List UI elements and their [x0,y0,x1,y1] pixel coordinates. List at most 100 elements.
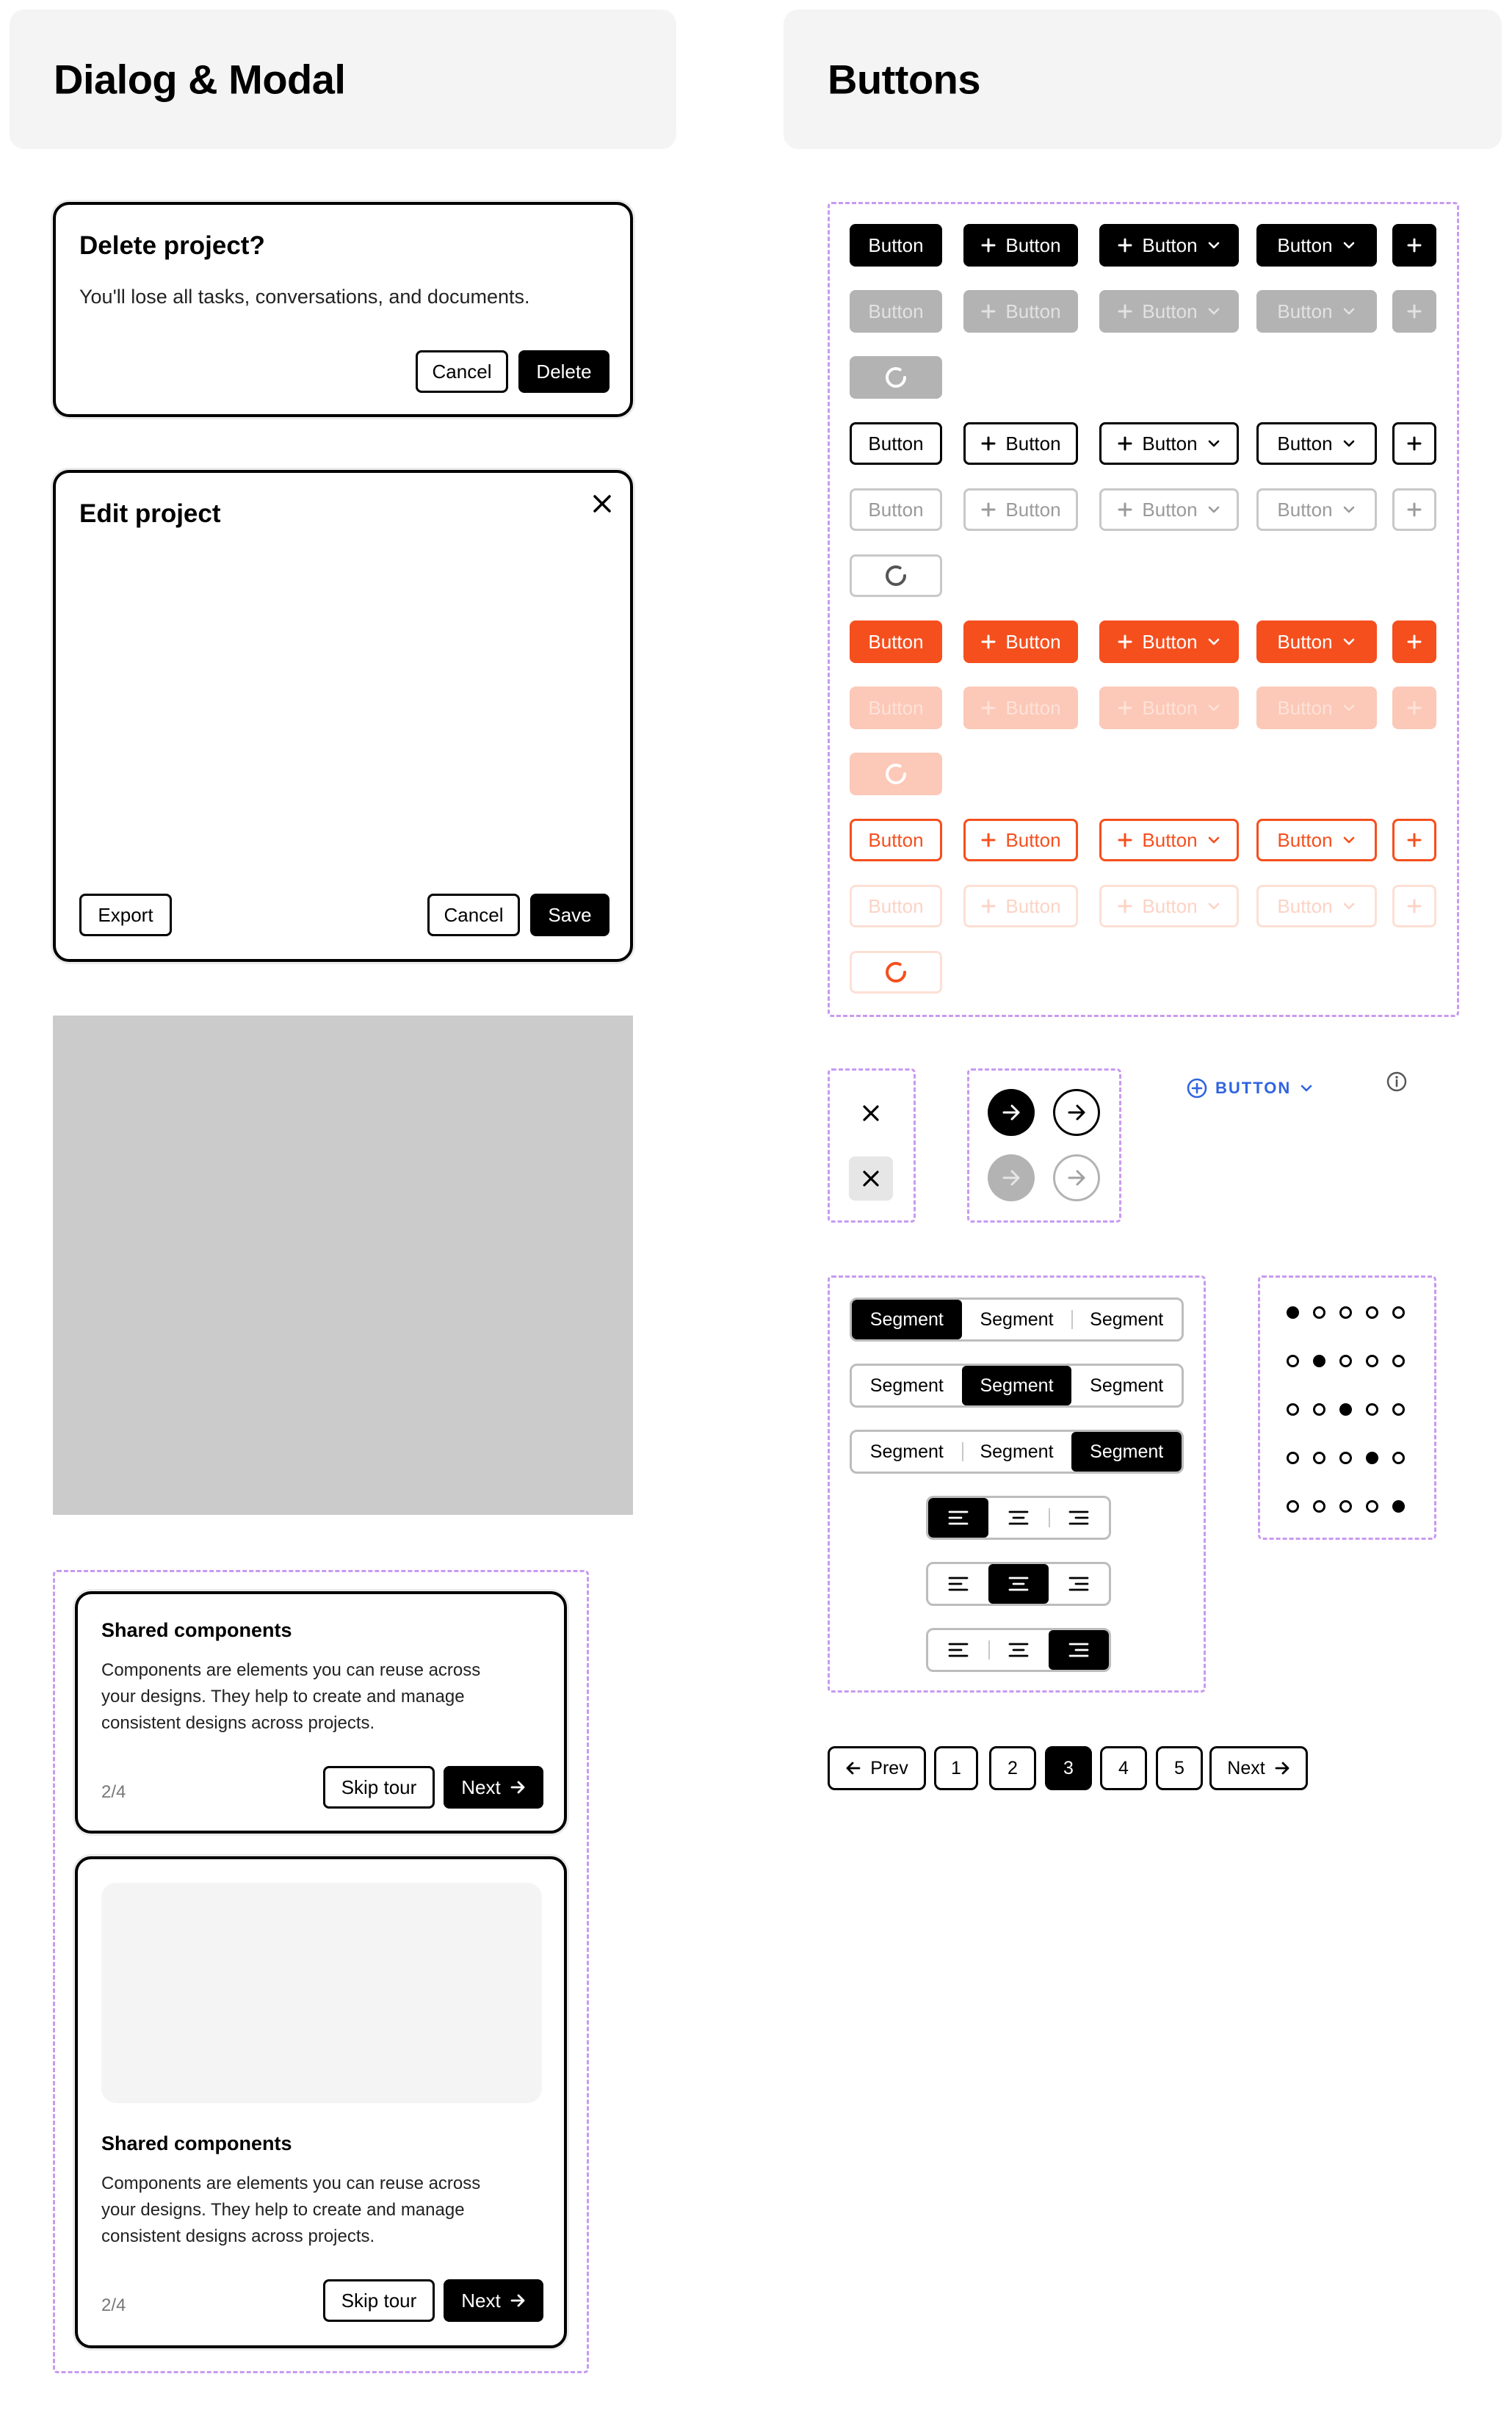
page-4-button[interactable]: 4 [1100,1746,1147,1790]
add-button-o-outline-disabled[interactable]: Button [963,885,1078,927]
icon-button-outline[interactable] [1392,422,1436,465]
button-dark-disabled[interactable]: Button [850,290,942,333]
loading-button-o-outline[interactable] [850,951,942,994]
step-dot[interactable] [1366,1355,1378,1367]
step-dot-active[interactable] [1366,1452,1378,1464]
step-dot[interactable] [1287,1403,1299,1416]
step-dot[interactable] [1392,1306,1405,1319]
loading-button-orange[interactable] [850,753,942,795]
step-dot[interactable] [1339,1306,1352,1319]
arrow-button-outline-disabled[interactable] [1053,1154,1100,1201]
next-button[interactable]: Next [444,1766,543,1809]
add-dropdown-button-o-outline-disabled[interactable]: Button [1099,885,1239,927]
dropdown-button-dark[interactable]: Button [1256,224,1377,267]
step-dot[interactable] [1366,1500,1378,1513]
add-button-o-outline[interactable]: Button [963,819,1078,861]
button-orange-disabled[interactable]: Button [850,687,942,729]
step-dot[interactable] [1287,1355,1299,1367]
next-page-button[interactable]: Next [1209,1746,1308,1790]
dropdown-button-dark-disabled[interactable]: Button [1256,290,1377,333]
add-dropdown-button-orange[interactable]: Button [1099,620,1239,663]
segment-option[interactable]: Segment [1071,1300,1182,1339]
align-option[interactable] [988,1564,1049,1604]
skip-tour-button[interactable]: Skip tour [323,1766,435,1809]
icon-button-orange[interactable] [1392,620,1436,663]
add-button-dark[interactable]: Button [963,224,1078,267]
step-dot[interactable] [1339,1355,1352,1367]
info-button[interactable] [1385,1070,1408,1093]
segment-option[interactable]: Segment [961,1366,1072,1405]
arrow-button-dark-disabled[interactable] [988,1154,1035,1201]
add-button-dark-disabled[interactable]: Button [963,290,1078,333]
segment-option[interactable]: Segment [852,1366,962,1405]
icon-button-dark[interactable] [1392,224,1436,267]
step-dot[interactable] [1313,1500,1325,1513]
step-dot[interactable] [1339,1500,1352,1513]
loading-button-outline[interactable] [850,554,942,597]
step-dot-active[interactable] [1313,1355,1325,1367]
segment-option[interactable]: Segment [852,1300,962,1339]
button-orange[interactable]: Button [850,620,942,663]
step-dot[interactable] [1313,1306,1325,1319]
icon-button-o-outline[interactable] [1392,819,1436,861]
add-dropdown-button-outline-disabled[interactable]: Button [1099,488,1239,531]
dropdown-button-orange-disabled[interactable]: Button [1256,687,1377,729]
step-dot-active[interactable] [1339,1403,1352,1416]
save-button[interactable]: Save [530,894,609,936]
step-dot[interactable] [1366,1403,1378,1416]
button-o-outline[interactable]: Button [850,819,942,861]
cancel-button[interactable]: Cancel [416,350,508,393]
icon-button-o-outline-disabled[interactable] [1392,885,1436,927]
step-dot[interactable] [1313,1452,1325,1464]
delete-button[interactable]: Delete [518,350,609,393]
dropdown-button-outline-disabled[interactable]: Button [1256,488,1377,531]
dropdown-button-outline[interactable]: Button [1256,422,1377,465]
icon-button-orange-disabled[interactable] [1392,687,1436,729]
step-dot-active[interactable] [1392,1500,1405,1513]
add-dropdown-button-dark[interactable]: Button [1099,224,1239,267]
add-dropdown-button-outline[interactable]: Button [1099,422,1239,465]
page-2-button[interactable]: 2 [989,1746,1036,1790]
prev-page-button[interactable]: Prev [828,1746,926,1790]
page-5-button[interactable]: 5 [1156,1746,1203,1790]
step-dot[interactable] [1339,1452,1352,1464]
segment-option[interactable]: Segment [852,1432,962,1472]
close-icon[interactable] [590,492,614,515]
loading-button-dark[interactable] [850,356,942,399]
skip-tour-button[interactable]: Skip tour [323,2279,435,2322]
button-o-outline-disabled[interactable]: Button [850,885,942,927]
add-button-outline-disabled[interactable]: Button [963,488,1078,531]
page-3-button[interactable]: 3 [1045,1746,1092,1790]
add-button-outline[interactable]: Button [963,422,1078,465]
icon-button-dark-disabled[interactable] [1392,290,1436,333]
align-option[interactable] [988,1498,1049,1538]
close-button-hover[interactable] [849,1157,893,1201]
dropdown-button-orange[interactable]: Button [1256,620,1377,663]
export-button[interactable]: Export [79,894,172,936]
segment-option[interactable]: Segment [961,1432,1072,1472]
dropdown-button-o-outline-disabled[interactable]: Button [1256,885,1377,927]
step-dot[interactable] [1392,1452,1405,1464]
dropdown-button-o-outline[interactable]: Button [1256,819,1377,861]
segment-option[interactable]: Segment [962,1300,1072,1339]
cancel-button[interactable]: Cancel [427,894,520,936]
align-option[interactable] [928,1630,988,1670]
step-dot-active[interactable] [1287,1306,1299,1319]
add-dropdown-button-orange-disabled[interactable]: Button [1099,687,1239,729]
step-dot[interactable] [1287,1500,1299,1513]
add-dropdown-button-o-outline[interactable]: Button [1099,819,1239,861]
arrow-button-outline[interactable] [1053,1089,1100,1136]
align-option[interactable] [928,1498,988,1538]
align-option[interactable] [928,1564,988,1604]
step-dot[interactable] [1366,1306,1378,1319]
align-option[interactable] [1049,1630,1109,1670]
step-dot[interactable] [1287,1452,1299,1464]
icon-button-outline-disabled[interactable] [1392,488,1436,531]
arrow-button-dark[interactable] [988,1089,1035,1136]
next-button[interactable]: Next [444,2279,543,2322]
step-dot[interactable] [1313,1403,1325,1416]
add-button-orange-disabled[interactable]: Button [963,687,1078,729]
button-outline-disabled[interactable]: Button [850,488,942,531]
segment-option[interactable]: Segment [1071,1432,1182,1472]
step-dot[interactable] [1392,1403,1405,1416]
